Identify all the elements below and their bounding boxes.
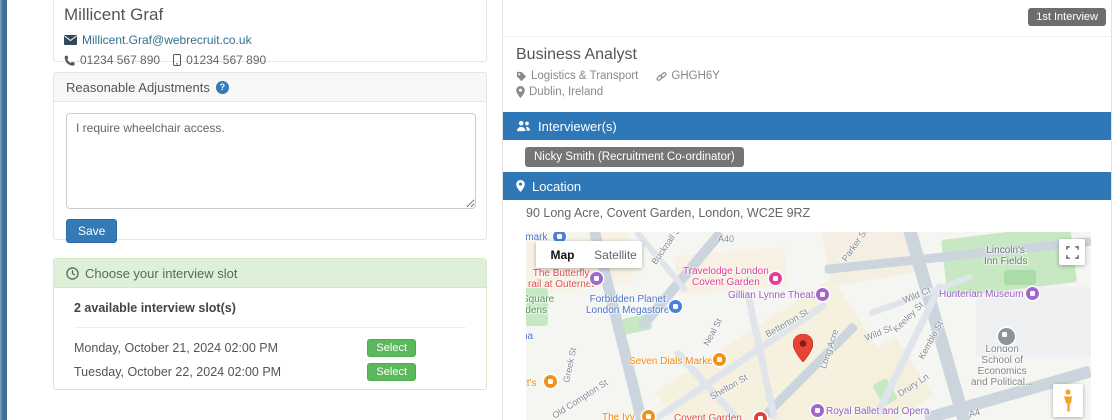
slot-row: Tuesday, October 22, 2024 02:00 PM Selec… [74, 362, 466, 382]
map-pin-icon [516, 180, 525, 192]
poi-icon[interactable] [811, 404, 824, 417]
envelope-icon [64, 35, 77, 45]
poi-label-the-ivy: The Ivy [602, 412, 635, 420]
location-title: Location [532, 179, 581, 194]
poi-label-lincolns-inn: Lincoln's Inn Fields [984, 245, 1027, 267]
job-sector: Logistics & Transport [531, 70, 638, 82]
poi-icon[interactable] [1026, 287, 1039, 300]
map-pin-icon [516, 86, 525, 98]
tag-icon [516, 71, 527, 82]
poi-label-forbidden-planet: Forbidden Planet London Megastore [586, 294, 669, 316]
interview-address: 90 Long Acre, Covent Garden, London, WC2… [526, 206, 810, 220]
poi-icon[interactable] [816, 288, 829, 301]
street-label: Neal St [701, 317, 724, 348]
poi-icon[interactable] [754, 412, 767, 420]
job-title: Business Analyst [516, 46, 637, 64]
google-map[interactable]: Bucknall St A40 Neal St Betterton St She… [526, 232, 1091, 420]
poi-icon[interactable] [769, 272, 782, 285]
select-slot-button[interactable]: Select [367, 363, 416, 381]
park-inner [1004, 270, 1036, 285]
slot-datetime: Monday, October 21, 2024 02:00 PM [74, 341, 278, 355]
street-label: Greek St [561, 347, 578, 384]
fullscreen-icon[interactable] [1059, 239, 1085, 265]
candidate-name: Millicent Graf [64, 5, 476, 25]
poi-label-royal-ballet: Royal Ballet and Opera [826, 406, 929, 417]
divider [503, 36, 1111, 37]
map-type-control: Map Satellite [536, 241, 642, 268]
save-button[interactable]: Save [66, 219, 117, 243]
poi-label-gillian-lynne: Gillian Lynne Theatre [728, 290, 823, 301]
slot-row: Monday, October 21, 2024 02:00 PM Select [74, 338, 466, 358]
interview-slot-title: Choose your interview slot [85, 266, 237, 281]
poi-label-covent-garden: Covent Garden [674, 413, 742, 420]
clock-icon [66, 267, 79, 280]
available-slots-count: 2 available interview slot(s) [74, 301, 466, 315]
left-edge-bar [0, 0, 7, 420]
job-reference: GHGH6Y [671, 70, 720, 82]
candidate-card: Millicent Graf Millicent.Graf@webrecruit… [53, 0, 487, 62]
poi-label-seven-dials: Seven Dials Market [629, 356, 716, 367]
graduation-cap-icon[interactable] [998, 328, 1015, 345]
candidate-phone: 01234 567 890 [80, 53, 160, 67]
street-label: Old Compton St [550, 377, 609, 420]
poi-label-hunterian: Hunterian Museum [939, 289, 1023, 300]
street-label: A40 [718, 234, 734, 244]
page: Millicent Graf Millicent.Graf@webrecruit… [0, 0, 1120, 420]
map-marker-icon[interactable] [793, 334, 813, 365]
street-label: A4 [968, 407, 981, 420]
interviewers-section-header: Interviewer(s) [503, 112, 1111, 140]
interviewers-title: Interviewer(s) [538, 119, 617, 134]
map-type-satellite-button[interactable]: Satellite [589, 248, 642, 262]
candidate-mobile: 01234 567 890 [186, 53, 266, 67]
link-icon [656, 71, 667, 82]
divider [74, 327, 466, 328]
poi-icon[interactable] [590, 272, 603, 285]
poi-icon[interactable] [642, 410, 655, 420]
interview-stage-badge: 1st Interview [1028, 8, 1106, 26]
reasonable-adjustments-panel: Reasonable Adjustments Save [53, 72, 487, 240]
phone-icon [64, 55, 75, 66]
poi-label-travelodge: Travelodge London Covent Garden [683, 266, 769, 288]
location-section-header: Location [503, 172, 1111, 200]
candidate-email-link[interactable]: Millicent.Graf@webrecruit.co.uk [82, 33, 252, 47]
adjustments-textarea[interactable] [66, 113, 476, 209]
reasonable-adjustments-title: Reasonable Adjustments [66, 80, 210, 95]
select-slot-button[interactable]: Select [367, 339, 416, 357]
interviewer-badge: Nicky Smith (Recruitment Co-ordinator) [525, 147, 744, 167]
poi-label-lse: London School of Economics and Political… [971, 344, 1033, 388]
poi-label-partial: na [526, 331, 533, 342]
poi-label-partial: tt's [526, 378, 536, 389]
users-icon [516, 120, 531, 132]
pegman-icon[interactable] [1053, 384, 1083, 417]
poi-label-outernet: The Butterfly rail at Outernet [528, 268, 594, 290]
vacancy-panel: 1st Interview Business Analyst Logistics… [502, 0, 1112, 420]
poi-icon[interactable] [713, 353, 726, 366]
slot-datetime: Tuesday, October 22, 2024 02:00 PM [74, 365, 281, 379]
mobile-icon [173, 54, 181, 66]
map-type-map-button[interactable]: Map [536, 248, 589, 262]
job-location: Dublin, Ireland [529, 86, 603, 98]
poi-icon[interactable] [544, 375, 557, 388]
help-icon[interactable] [216, 81, 229, 94]
poi-label-gardens: Square rdens [526, 294, 554, 316]
poi-icon[interactable] [669, 300, 682, 313]
interview-slot-panel: Choose your interview slot 2 available i… [53, 258, 487, 390]
